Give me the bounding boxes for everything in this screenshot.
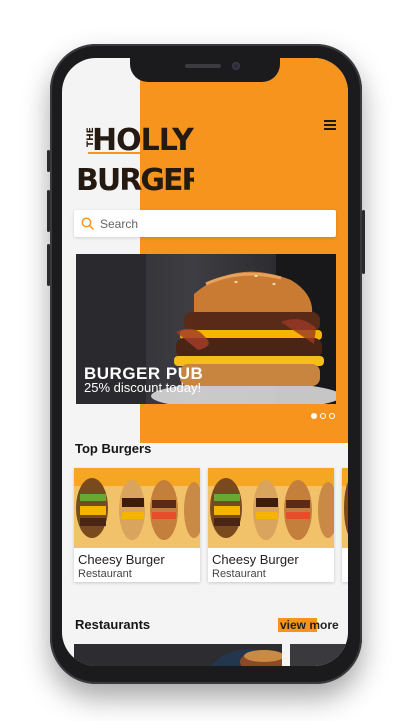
burger-card[interactable]: Cheesy Burger Restaurant [208,468,334,582]
restaurant-card-partial[interactable] [290,644,348,666]
top-burgers-title: Top Burgers [75,441,152,456]
view-more-link[interactable]: view more [278,618,341,632]
restaurant-card[interactable] [74,644,282,666]
carousel-dot-3[interactable] [329,413,335,419]
search-bar[interactable] [74,210,336,237]
carousel-dot-2[interactable] [320,413,326,419]
burger-card-type: Restaurant [78,568,132,580]
search-icon [81,217,94,230]
search-input[interactable] [100,210,330,237]
burger-card[interactable]: Cheesy Burger Restaurant [74,468,200,582]
restaurants-title: Restaurants [75,617,151,632]
camera-icon [232,62,240,70]
burger-card-photo [342,468,348,548]
phone-notch [130,58,280,82]
hamburger-menu-icon[interactable] [324,120,336,130]
svg-text:BURGER: BURGER [76,163,194,194]
phone-volume-down [47,244,50,286]
carousel-dot-1[interactable] [311,413,317,419]
speaker-grille [185,64,221,68]
phone-power-button [362,210,365,274]
holly-burger-logo[interactable]: THE HOLLY BURGER [76,116,194,194]
burger-card-name: Cheesy Burger [212,552,299,567]
phone-mute-switch [47,150,50,172]
app-screen: THE HOLLY BURGER Search BURGER PUB 25% d… [62,58,348,666]
burger-card-name: Cheesy Burger [78,552,165,567]
promo-banner[interactable]: BURGER PUB 25% discount today! [76,254,336,404]
restaurant-card-photo [74,644,282,666]
burger-card-type: Restaurant [212,568,266,580]
phone-volume-up [47,190,50,232]
banner-subtitle: 25% discount today! [84,380,202,395]
burger-card-photo [74,468,200,548]
burger-card-partial[interactable] [342,468,348,582]
burger-card-photo [208,468,334,548]
carousel-dots [311,413,335,419]
